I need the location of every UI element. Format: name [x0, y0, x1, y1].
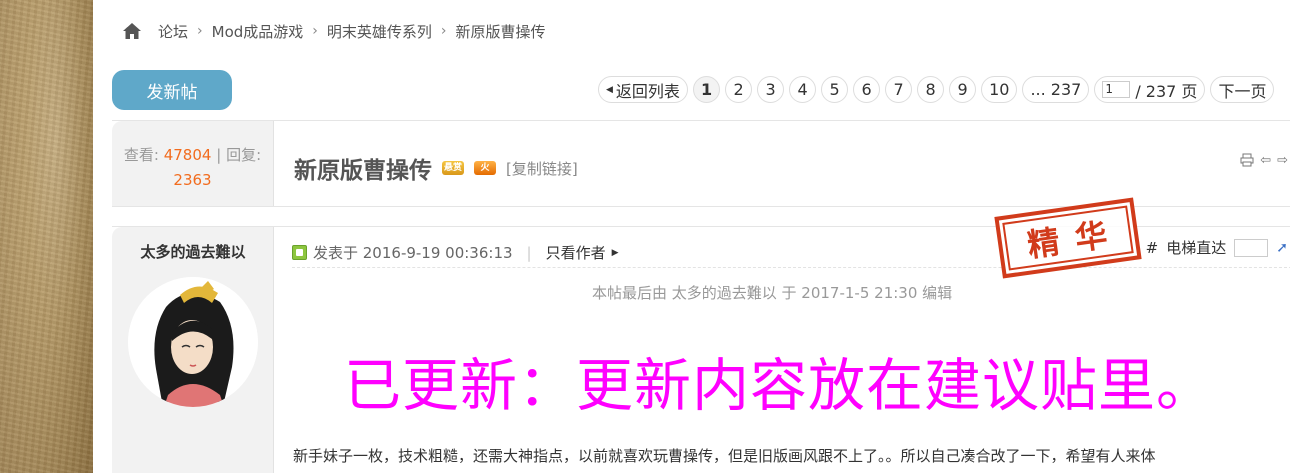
back-to-list-label: 返回列表 [615, 81, 680, 101]
breadcrumb-thread[interactable]: 新原版曹操传 [456, 21, 546, 42]
page-link-7[interactable]: 7 [885, 76, 913, 103]
page-jump: 1 / 237 页 [1094, 76, 1206, 103]
page-link-6[interactable]: 6 [853, 76, 881, 103]
breadcrumb-forum[interactable]: 论坛 [158, 21, 188, 42]
new-post-button[interactable]: 发新帖 [112, 70, 232, 110]
author-column: 太多的過去難以 [112, 227, 274, 473]
page-link-1[interactable]: 1 [692, 76, 721, 103]
chevron-right-icon: › [440, 23, 447, 39]
pagination: ◀ 返回列表 1 2 3 4 5 6 7 8 9 10 ... 237 1 / … [598, 76, 1275, 103]
page-total-label: / 237 页 [1135, 81, 1198, 101]
update-notice: 已更新：更新内容放在建议贴里。 [344, 353, 1214, 419]
go-arrow-icon[interactable]: ➚ [1276, 240, 1288, 256]
chevron-right-icon: › [197, 23, 203, 39]
page-link-3[interactable]: 3 [757, 76, 785, 103]
post-date: 发表于 2016-9-19 00:36:13 [313, 244, 513, 262]
floor-tools: # 电梯直达 ➚ [1146, 237, 1288, 258]
meta-divider: | [526, 243, 532, 262]
copy-link[interactable]: [复制链接] [506, 158, 578, 179]
breadcrumb-mod-games[interactable]: Mod成品游戏 [212, 21, 304, 42]
post: 太多的過去難以 发表于 2016-9-19 00:36:13 | 只看作者 ▶ … [112, 197, 1290, 473]
floor-jump-label: 电梯直达 [1166, 239, 1227, 257]
chevron-right-icon: › [312, 23, 318, 39]
replies-label: 回复: [226, 146, 262, 164]
only-author-link[interactable]: 只看作者 [546, 242, 606, 263]
page-jump-input[interactable]: 1 [1102, 81, 1131, 98]
views-count: 47804 [163, 146, 212, 164]
back-to-list-button[interactable]: ◀ 返回列表 [598, 76, 688, 103]
home-icon[interactable] [122, 22, 142, 40]
floor-mark[interactable]: # [1146, 239, 1159, 257]
next-thread-icon[interactable]: ⇨ [1277, 153, 1288, 171]
avatar[interactable] [128, 277, 258, 407]
next-page-button[interactable]: 下一页 [1210, 76, 1275, 103]
author-name[interactable]: 太多的過去難以 [112, 241, 274, 262]
caret-left-icon: ◀ [606, 84, 613, 95]
caret-right-icon: ▶ [611, 247, 619, 258]
breadcrumb-series[interactable]: 明末英雄传系列 [327, 21, 432, 42]
print-icon[interactable] [1240, 153, 1254, 171]
page-link-10[interactable]: 10 [981, 76, 1018, 103]
floor-jump-input[interactable] [1234, 238, 1269, 257]
page-link-last[interactable]: ... 237 [1022, 76, 1090, 103]
thread-stats: 查看: 47804 | 回复: 2363 [112, 121, 274, 206]
page-link-4[interactable]: 4 [789, 76, 817, 103]
thread-header: 查看: 47804 | 回复: 2363 新原版曹操传 悬赏 火 [复制链接] … [112, 120, 1290, 207]
thread-title-row: 新原版曹操传 悬赏 火 [复制链接] [294, 151, 578, 185]
breadcrumb: 论坛 › Mod成品游戏 › 明末英雄传系列 › 新原版曹操传 [122, 19, 546, 43]
previous-thread-icon[interactable]: ⇦ [1260, 153, 1271, 171]
edit-note: 本帖最后由 太多的過去難以 于 2017-1-5 21:30 编辑 [592, 284, 953, 302]
online-status-icon [292, 245, 307, 260]
page-title: 新原版曹操传 [294, 158, 432, 184]
thread-tools: ⇦ ⇨ [1240, 153, 1288, 171]
side-background-texture [0, 0, 93, 473]
stats-divider: | [216, 146, 222, 164]
page-link-8[interactable]: 8 [917, 76, 945, 103]
post-body: 新手妹子一枚，技术粗糙，还需大神指点，以前就喜欢玩曹操传，但是旧版画风跟不上了。… [293, 447, 1156, 465]
replies-count: 2363 [173, 171, 212, 189]
page-link-9[interactable]: 9 [949, 76, 977, 103]
page-link-5[interactable]: 5 [821, 76, 849, 103]
page-link-2[interactable]: 2 [725, 76, 753, 103]
post-divider [292, 267, 1290, 268]
hot-badge-icon: 火 [474, 161, 496, 175]
reward-badge-icon: 悬赏 [442, 161, 464, 175]
post-meta: 发表于 2016-9-19 00:36:13 | 只看作者 ▶ [292, 242, 619, 263]
views-label: 查看: [123, 146, 159, 164]
